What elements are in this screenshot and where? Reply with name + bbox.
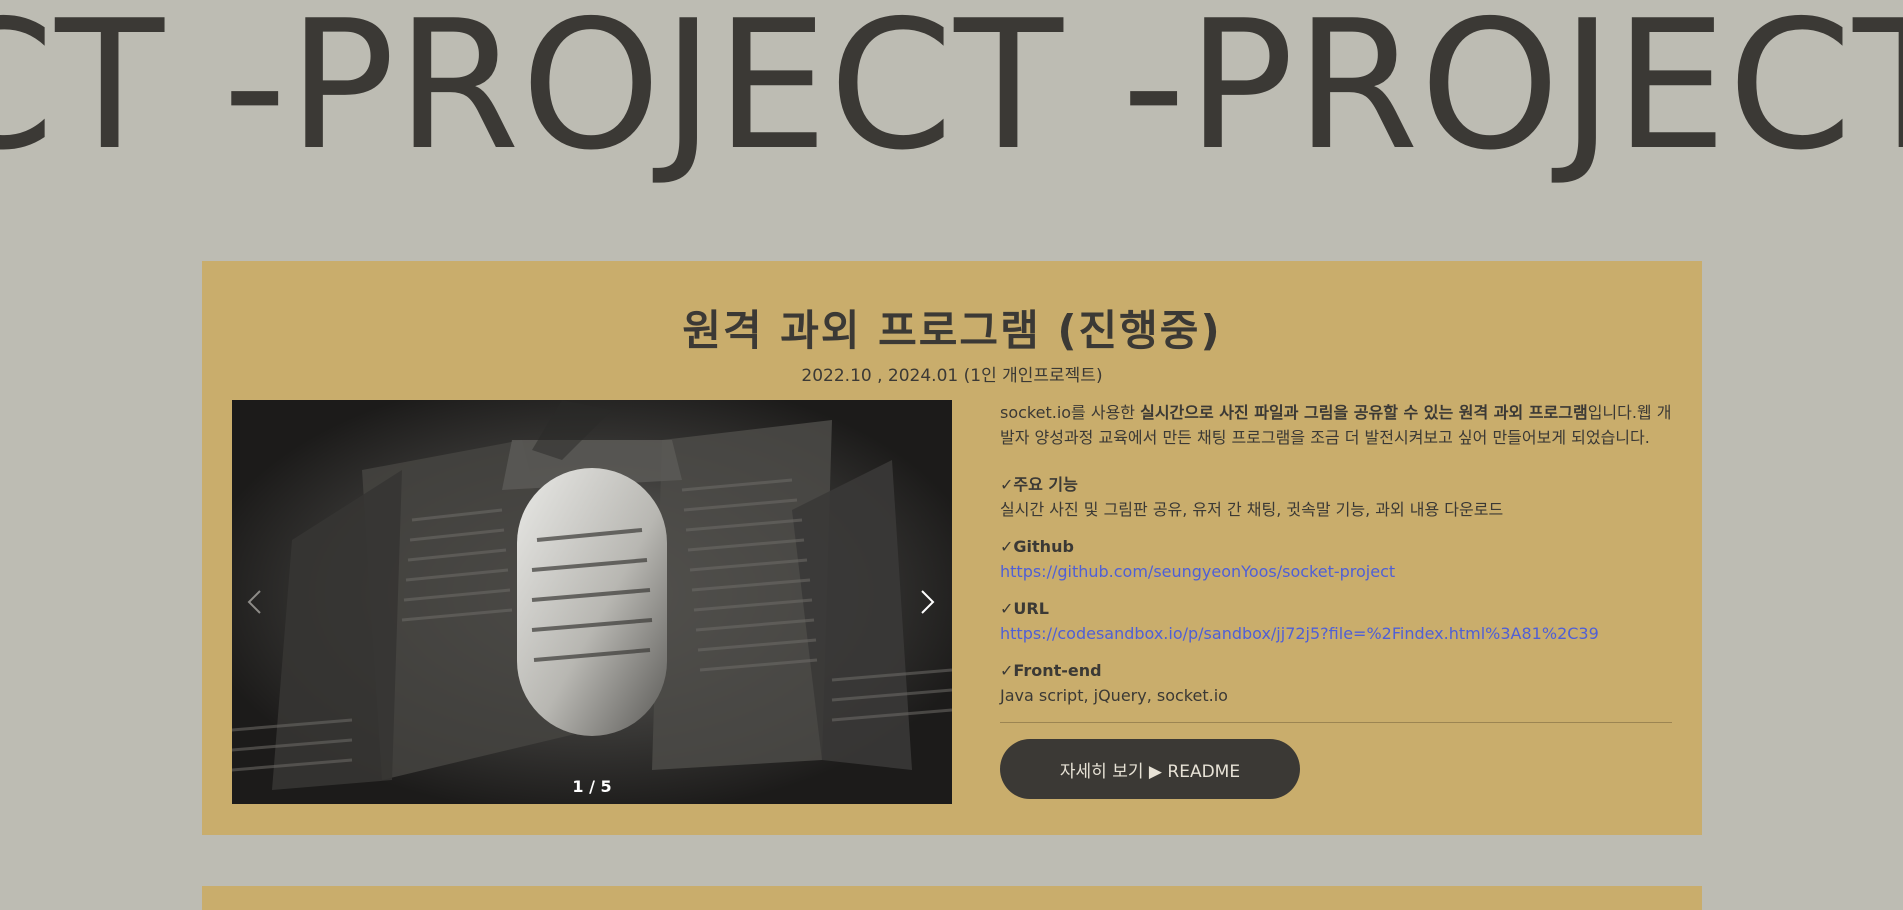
project-period: 2022.10 , 2024.01 (1인 개인프로젝트) bbox=[801, 366, 1103, 386]
feature-body: Java script, jQuery, socket.io bbox=[1000, 686, 1228, 705]
github-link[interactable]: https://github.com/seungyeonYoos/socket-… bbox=[1000, 562, 1395, 581]
image-slider[interactable]: 1 / 5 bbox=[232, 400, 952, 804]
divider bbox=[1000, 722, 1672, 723]
project-info: socket.io를 사용한 실시간으로 사진 파일과 그림을 공유할 수 있는… bbox=[1000, 400, 1672, 799]
chevron-left-icon bbox=[247, 590, 261, 614]
project-marquee: CT - PROJECT - PROJECT bbox=[0, 0, 1903, 200]
marquee-segment: PROJECT bbox=[1186, 0, 1903, 189]
check-icon: ✓ bbox=[1000, 599, 1014, 618]
feature-url: ✓URL https://codesandbox.io/p/sandbox/jj… bbox=[1000, 596, 1672, 646]
readme-button[interactable]: 자세히 보기 ▶ README bbox=[1000, 739, 1300, 799]
demo-url-link[interactable]: https://codesandbox.io/p/sandbox/jj72j5?… bbox=[1000, 624, 1599, 643]
marquee-segment: CT - bbox=[0, 0, 288, 189]
slider-pagination: 1 / 5 bbox=[572, 777, 612, 796]
intro-prefix: socket.io를 사용한 bbox=[1000, 403, 1141, 422]
slider-prev-button[interactable] bbox=[234, 580, 274, 624]
chevron-right-icon bbox=[921, 590, 935, 614]
feature-title: URL bbox=[1013, 599, 1049, 618]
next-project-card bbox=[202, 886, 1702, 910]
slide-image bbox=[232, 400, 952, 804]
feature-title: Front-end bbox=[1013, 661, 1102, 680]
slider-next-button[interactable] bbox=[908, 580, 948, 624]
marquee-text: CT - PROJECT - PROJECT bbox=[0, 0, 1903, 186]
check-icon: ✓ bbox=[1000, 537, 1014, 556]
feature-github: ✓Github https://github.com/seungyeonYoos… bbox=[1000, 534, 1672, 584]
feature-frontend: ✓Front-end Java script, jQuery, socket.i… bbox=[1000, 658, 1672, 708]
feature-title: Github bbox=[1013, 537, 1074, 556]
feature-main: ✓주요 기능 실시간 사진 및 그림판 공유, 유저 간 채팅, 귓속말 기능,… bbox=[1000, 472, 1672, 522]
project-card: 원격 과외 프로그램 (진행중) 2022.10 , 2024.01 (1인 개… bbox=[202, 261, 1702, 835]
check-icon: ✓ bbox=[1000, 475, 1014, 494]
feature-body: 실시간 사진 및 그림판 공유, 유저 간 채팅, 귓속말 기능, 과외 내용 … bbox=[1000, 500, 1504, 519]
project-title: 원격 과외 프로그램 (진행중) bbox=[682, 306, 1222, 355]
intro-highlight: 실시간으로 사진 파일과 그림을 공유할 수 있는 원격 과외 프로그램 bbox=[1140, 403, 1588, 422]
marquee-segment: PROJECT - bbox=[287, 0, 1187, 189]
feature-title: 주요 기능 bbox=[1013, 475, 1078, 494]
project-intro: socket.io를 사용한 실시간으로 사진 파일과 그림을 공유할 수 있는… bbox=[1000, 400, 1672, 450]
check-icon: ✓ bbox=[1000, 661, 1014, 680]
